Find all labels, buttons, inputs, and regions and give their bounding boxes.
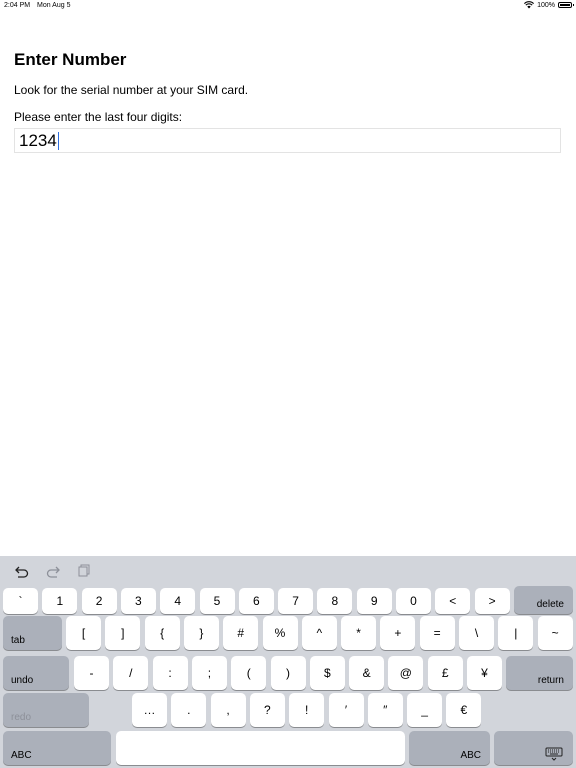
key-row2-5[interactable]: % [262,616,298,650]
status-date: Mon Aug 5 [37,2,71,9]
wifi-icon [524,1,535,9]
status-right: 100% [524,1,574,9]
dismiss-keyboard-key[interactable] [494,731,573,765]
battery-icon [558,2,574,8]
tab-key[interactable]: tab [3,616,62,650]
key-row2-1[interactable]: ] [105,616,141,650]
key-row1-1[interactable]: 1 [42,588,78,614]
key-row3-4[interactable]: ( [231,656,267,690]
key-row4-4[interactable]: ! [289,693,325,727]
key-row4-8[interactable]: € [446,693,482,727]
status-bar: 2:04 PM Mon Aug 5 100% [0,0,576,12]
key-row3-6[interactable]: $ [309,656,345,690]
key-row3-8[interactable]: @ [388,656,424,690]
page-title: Enter Number [14,50,127,69]
key-row2-3[interactable]: } [183,616,219,650]
key-row2-7[interactable]: * [341,616,377,650]
serial-hint: Look for the serial number at your SIM c… [14,83,249,97]
redo-icon[interactable] [45,564,61,578]
key-row2-11[interactable]: | [498,616,534,650]
key-row3-9[interactable]: £ [427,656,463,690]
key-row3-10[interactable]: ¥ [467,656,502,690]
digits-prompt: Please enter the last four digits: [14,110,183,124]
key-row1-7[interactable]: 7 [278,588,314,614]
key-row3-1[interactable]: / [113,656,149,690]
key-row1-2[interactable]: 2 [81,588,117,614]
key-row1-4[interactable]: 4 [160,588,196,614]
key-row1-9[interactable]: 9 [356,588,392,614]
key-row2-0[interactable]: [ [66,616,101,650]
key-row1-12[interactable]: > [474,588,510,614]
key-row4-1[interactable]: . [171,693,207,727]
key-row1-0[interactable]: ` [3,588,38,614]
delete-key[interactable]: delete [514,586,573,614]
key-row4-5[interactable]: ′ [328,693,364,727]
undo-icon[interactable] [14,564,30,578]
paste-icon[interactable] [76,564,92,578]
key-row1-5[interactable]: 5 [199,588,235,614]
keyboard: ` 1 2 3 4 5 6 7 8 9 0 < > delete tab []{} #% ^ * + = \ | ~ u… [0,556,576,768]
key-row4-3[interactable]: ? [249,693,285,727]
space-key[interactable] [116,731,405,765]
key-row1-10[interactable]: 0 [396,588,431,614]
key-row2-4[interactable]: # [223,616,259,650]
key-row3-2[interactable]: : [152,656,188,690]
key-row4-7[interactable]: _ [407,693,443,727]
key-row4-0[interactable]: … [132,693,167,727]
key-row3-3[interactable]: ; [191,656,227,690]
abc-key-right[interactable]: ABC [409,731,490,765]
status-time: 2:04 PM [4,2,31,9]
keyboard-hide-icon [545,747,563,761]
key-row4-2[interactable]: , [210,693,246,727]
key-row2-6[interactable]: ^ [301,616,337,650]
redo-key[interactable]: redo [3,693,89,727]
key-row1-6[interactable]: 6 [238,588,274,614]
key-row3-0[interactable]: - [74,656,109,690]
key-row3-7[interactable]: & [349,656,385,690]
key-row2-2[interactable]: { [144,616,180,650]
key-row3-5[interactable]: ) [270,656,306,690]
key-row1-3[interactable]: 3 [120,588,156,614]
key-row4-6[interactable]: ″ [367,693,403,727]
digits-input[interactable]: 1234 [14,128,561,153]
key-row2-12[interactable]: ~ [537,616,573,650]
key-row2-8[interactable]: + [380,616,416,650]
undo-key[interactable]: undo [3,656,69,690]
digits-input-value: 1234 [19,130,57,150]
key-row2-10[interactable]: \ [459,616,494,650]
key-row1-8[interactable]: 8 [317,588,353,614]
text-caret [57,131,59,150]
abc-key-left[interactable]: ABC [3,731,111,765]
key-row2-9[interactable]: = [419,616,455,650]
battery-percent: 100% [537,1,555,9]
return-key[interactable]: return [506,656,573,690]
key-row1-11[interactable]: < [435,588,471,614]
